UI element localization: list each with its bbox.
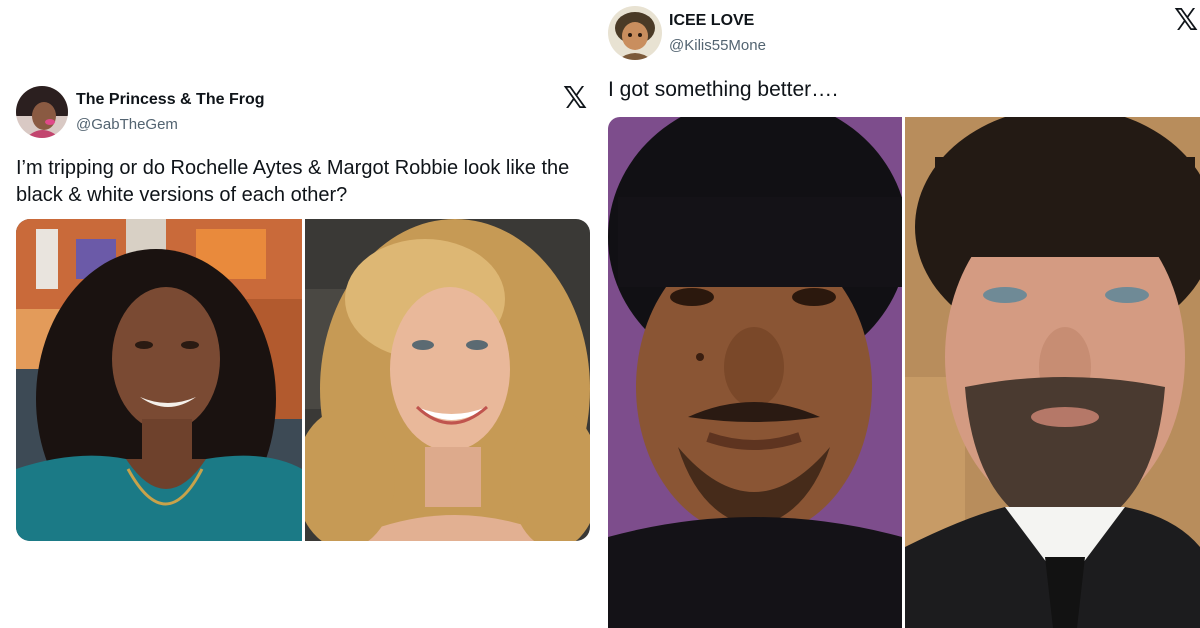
photo-portrait-left[interactable] [16, 219, 302, 541]
tweet-media[interactable] [16, 219, 590, 541]
photo-portrait-left[interactable] [608, 117, 902, 628]
photo-portrait-right[interactable] [305, 219, 590, 541]
photo-portrait-right[interactable] [905, 117, 1200, 628]
avatar-image [16, 86, 68, 138]
tweet-text: I got something better…. [608, 78, 838, 101]
tweet-text: I’m tripping or do Rochelle Aytes & Marg… [16, 157, 570, 206]
avatar-image [608, 6, 662, 60]
avatar[interactable] [608, 6, 662, 60]
user-handle[interactable]: @Kilis55Mone [669, 37, 766, 54]
display-name[interactable]: The Princess & The Frog [76, 91, 264, 109]
tweet-media[interactable] [608, 117, 1200, 628]
display-name[interactable]: ICEE LOVE [669, 12, 754, 30]
avatar[interactable] [16, 86, 68, 138]
x-logo-icon[interactable]: 𝕏 [1174, 6, 1198, 36]
user-handle[interactable]: @GabTheGem [76, 116, 178, 133]
x-logo-icon[interactable]: 𝕏 [563, 84, 587, 114]
